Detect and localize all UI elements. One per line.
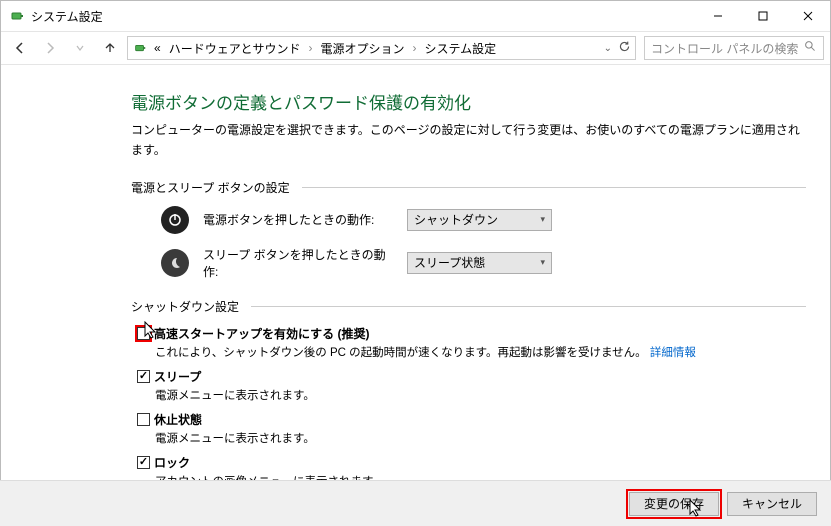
sleep-button-label: スリープ ボタンを押したときの動作: xyxy=(203,246,393,280)
hibernate-option: 休止状態 電源メニューに表示されます。 xyxy=(137,411,806,446)
page-title: 電源ボタンの定義とパスワード保護の有効化 xyxy=(131,89,806,114)
breadcrumb-overflow[interactable]: « xyxy=(152,41,163,55)
chevron-right-icon: › xyxy=(410,41,418,55)
sleep-checkbox[interactable] xyxy=(137,370,150,383)
hibernate-checkbox[interactable] xyxy=(137,413,150,426)
fast-startup-desc: これにより、シャットダウン後の PC の起動時間が速くなります。再起動は影響を受… xyxy=(155,344,806,360)
power-button-label: 電源ボタンを押したときの動作: xyxy=(203,211,393,228)
sleep-option: スリープ 電源メニューに表示されます。 xyxy=(137,368,806,403)
breadcrumb-item[interactable]: ハードウェアとサウンド xyxy=(167,40,303,57)
fast-startup-checkbox[interactable] xyxy=(137,327,150,340)
toolbar: « ハードウェアとサウンド › 電源オプション › システム設定 ⌄ コントロー… xyxy=(1,31,830,65)
hibernate-label: 休止状態 xyxy=(154,411,202,428)
power-icon xyxy=(161,206,189,234)
fast-startup-option: 高速スタートアップを有効にする (推奨) これにより、シャットダウン後の PC … xyxy=(137,325,806,360)
cancel-button[interactable]: キャンセル xyxy=(727,492,817,516)
battery-icon xyxy=(132,40,148,56)
battery-icon xyxy=(9,8,25,24)
lock-label: ロック xyxy=(154,454,190,471)
sleep-button-row: スリープ ボタンを押したときの動作: スリープ状態 ▾ xyxy=(161,246,806,280)
page-description: コンピューターの電源設定を選択できます。このページの設定に対して行う変更は、お使… xyxy=(131,120,806,161)
fast-startup-label: 高速スタートアップを有効にする (推奨) xyxy=(154,325,369,342)
minimize-button[interactable] xyxy=(695,1,740,31)
section-header: 電源とスリープ ボタンの設定 xyxy=(131,179,806,196)
section-title: シャットダウン設定 xyxy=(131,298,239,315)
power-button-row: 電源ボタンを押したときの動作: シャットダウン ▾ xyxy=(161,206,806,234)
window-title: システム設定 xyxy=(31,8,103,25)
refresh-icon[interactable] xyxy=(618,40,631,56)
hibernate-desc: 電源メニューに表示されます。 xyxy=(155,430,806,446)
breadcrumb-item[interactable]: 電源オプション xyxy=(318,40,406,57)
chevron-down-icon: ▾ xyxy=(540,214,545,225)
power-action-dropdown[interactable]: シャットダウン ▾ xyxy=(407,209,552,231)
footer: 変更の保存 キャンセル xyxy=(0,480,831,526)
titlebar: システム設定 xyxy=(1,1,830,31)
recent-dropdown-icon[interactable] xyxy=(67,35,93,61)
search-placeholder: コントロール パネルの検索 xyxy=(651,40,798,57)
sleep-label: スリープ xyxy=(154,368,201,385)
lock-checkbox[interactable] xyxy=(137,456,150,469)
sleep-action-dropdown[interactable]: スリープ状態 ▾ xyxy=(407,252,552,274)
search-input[interactable]: コントロール パネルの検索 xyxy=(644,36,824,60)
breadcrumb[interactable]: « ハードウェアとサウンド › 電源オプション › システム設定 ⌄ xyxy=(127,36,636,60)
close-button[interactable] xyxy=(785,1,830,31)
main-content: 電源ボタンの定義とパスワード保護の有効化 コンピューターの電源設定を選択できます… xyxy=(1,65,830,489)
details-link[interactable]: 詳細情報 xyxy=(650,347,696,359)
forward-button[interactable] xyxy=(37,35,63,61)
breadcrumb-item[interactable]: システム設定 xyxy=(422,40,498,57)
save-button[interactable]: 変更の保存 xyxy=(629,492,719,516)
sleep-desc: 電源メニューに表示されます。 xyxy=(155,387,806,403)
search-icon xyxy=(804,40,817,56)
chevron-right-icon: › xyxy=(306,41,314,55)
chevron-down-icon: ▾ xyxy=(540,257,545,268)
moon-icon xyxy=(161,249,189,277)
back-button[interactable] xyxy=(7,35,33,61)
maximize-button[interactable] xyxy=(740,1,785,31)
window-controls xyxy=(695,1,830,31)
up-button[interactable] xyxy=(97,35,123,61)
chevron-down-icon[interactable]: ⌄ xyxy=(604,43,612,54)
section-header: シャットダウン設定 xyxy=(131,298,806,315)
section-title: 電源とスリープ ボタンの設定 xyxy=(131,179,290,196)
